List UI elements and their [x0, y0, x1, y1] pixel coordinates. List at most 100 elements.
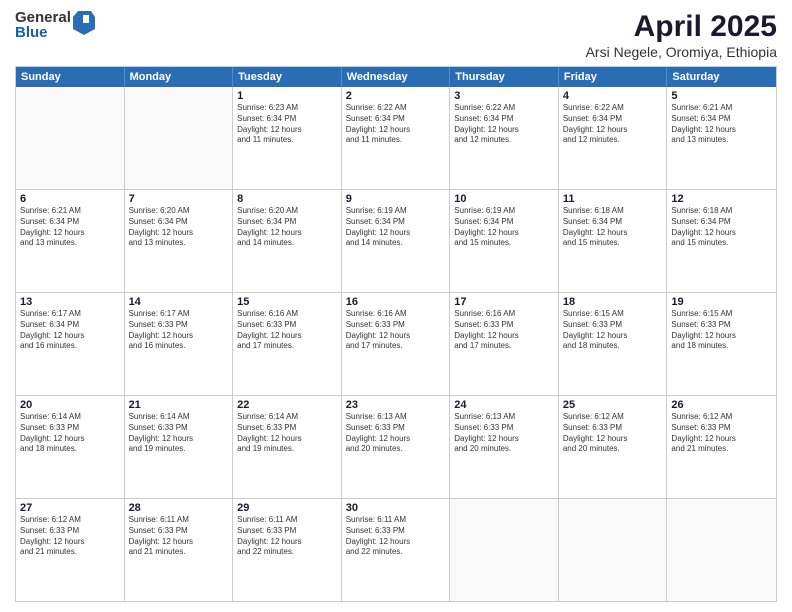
calendar-cell: 10Sunrise: 6:19 AM Sunset: 6:34 PM Dayli…	[450, 190, 559, 292]
calendar-cell: 9Sunrise: 6:19 AM Sunset: 6:34 PM Daylig…	[342, 190, 451, 292]
day-info: Sunrise: 6:22 AM Sunset: 6:34 PM Dayligh…	[346, 103, 446, 146]
day-number: 13	[20, 296, 120, 308]
day-number: 18	[563, 296, 663, 308]
calendar-cell: 11Sunrise: 6:18 AM Sunset: 6:34 PM Dayli…	[559, 190, 668, 292]
calendar-cell: 26Sunrise: 6:12 AM Sunset: 6:33 PM Dayli…	[667, 396, 776, 498]
day-number: 25	[563, 399, 663, 411]
calendar-cell: 2Sunrise: 6:22 AM Sunset: 6:34 PM Daylig…	[342, 87, 451, 189]
calendar-cell: 23Sunrise: 6:13 AM Sunset: 6:33 PM Dayli…	[342, 396, 451, 498]
logo: General Blue	[15, 10, 95, 40]
day-number: 26	[671, 399, 772, 411]
calendar-cell	[559, 499, 668, 601]
header-day-friday: Friday	[559, 67, 668, 87]
day-info: Sunrise: 6:13 AM Sunset: 6:33 PM Dayligh…	[454, 412, 554, 455]
day-number: 11	[563, 193, 663, 205]
calendar-cell: 17Sunrise: 6:16 AM Sunset: 6:33 PM Dayli…	[450, 293, 559, 395]
calendar-cell: 18Sunrise: 6:15 AM Sunset: 6:33 PM Dayli…	[559, 293, 668, 395]
calendar: SundayMondayTuesdayWednesdayThursdayFrid…	[15, 66, 777, 602]
day-info: Sunrise: 6:14 AM Sunset: 6:33 PM Dayligh…	[237, 412, 337, 455]
calendar-body: 1Sunrise: 6:23 AM Sunset: 6:34 PM Daylig…	[16, 87, 776, 601]
calendar-cell: 22Sunrise: 6:14 AM Sunset: 6:33 PM Dayli…	[233, 396, 342, 498]
calendar-cell: 6Sunrise: 6:21 AM Sunset: 6:34 PM Daylig…	[16, 190, 125, 292]
day-number: 9	[346, 193, 446, 205]
calendar-cell: 4Sunrise: 6:22 AM Sunset: 6:34 PM Daylig…	[559, 87, 668, 189]
day-number: 19	[671, 296, 772, 308]
header-day-monday: Monday	[125, 67, 234, 87]
day-number: 12	[671, 193, 772, 205]
day-info: Sunrise: 6:11 AM Sunset: 6:33 PM Dayligh…	[237, 515, 337, 558]
calendar-cell: 30Sunrise: 6:11 AM Sunset: 6:33 PM Dayli…	[342, 499, 451, 601]
day-info: Sunrise: 6:17 AM Sunset: 6:34 PM Dayligh…	[20, 309, 120, 352]
day-info: Sunrise: 6:20 AM Sunset: 6:34 PM Dayligh…	[129, 206, 229, 249]
day-number: 8	[237, 193, 337, 205]
calendar-cell: 19Sunrise: 6:15 AM Sunset: 6:33 PM Dayli…	[667, 293, 776, 395]
day-number: 15	[237, 296, 337, 308]
day-number: 28	[129, 502, 229, 514]
location-title: Arsi Negele, Oromiya, Ethiopia	[586, 44, 777, 60]
calendar-cell	[125, 87, 234, 189]
calendar-cell: 14Sunrise: 6:17 AM Sunset: 6:33 PM Dayli…	[125, 293, 234, 395]
day-info: Sunrise: 6:16 AM Sunset: 6:33 PM Dayligh…	[237, 309, 337, 352]
day-number: 22	[237, 399, 337, 411]
calendar-week-2: 6Sunrise: 6:21 AM Sunset: 6:34 PM Daylig…	[16, 190, 776, 293]
day-number: 29	[237, 502, 337, 514]
calendar-week-5: 27Sunrise: 6:12 AM Sunset: 6:33 PM Dayli…	[16, 499, 776, 601]
day-info: Sunrise: 6:11 AM Sunset: 6:33 PM Dayligh…	[129, 515, 229, 558]
day-number: 10	[454, 193, 554, 205]
day-number: 1	[237, 90, 337, 102]
logo-text: General Blue	[15, 10, 71, 40]
day-info: Sunrise: 6:12 AM Sunset: 6:33 PM Dayligh…	[563, 412, 663, 455]
logo-general: General	[15, 10, 71, 25]
day-info: Sunrise: 6:18 AM Sunset: 6:34 PM Dayligh…	[671, 206, 772, 249]
calendar-cell: 7Sunrise: 6:20 AM Sunset: 6:34 PM Daylig…	[125, 190, 234, 292]
header-day-sunday: Sunday	[16, 67, 125, 87]
calendar-cell: 15Sunrise: 6:16 AM Sunset: 6:33 PM Dayli…	[233, 293, 342, 395]
day-number: 14	[129, 296, 229, 308]
day-number: 16	[346, 296, 446, 308]
calendar-cell: 8Sunrise: 6:20 AM Sunset: 6:34 PM Daylig…	[233, 190, 342, 292]
day-info: Sunrise: 6:14 AM Sunset: 6:33 PM Dayligh…	[20, 412, 120, 455]
calendar-cell: 20Sunrise: 6:14 AM Sunset: 6:33 PM Dayli…	[16, 396, 125, 498]
day-info: Sunrise: 6:21 AM Sunset: 6:34 PM Dayligh…	[671, 103, 772, 146]
day-info: Sunrise: 6:19 AM Sunset: 6:34 PM Dayligh…	[346, 206, 446, 249]
day-info: Sunrise: 6:22 AM Sunset: 6:34 PM Dayligh…	[454, 103, 554, 146]
day-info: Sunrise: 6:11 AM Sunset: 6:33 PM Dayligh…	[346, 515, 446, 558]
day-number: 3	[454, 90, 554, 102]
calendar-week-1: 1Sunrise: 6:23 AM Sunset: 6:34 PM Daylig…	[16, 87, 776, 190]
calendar-cell: 21Sunrise: 6:14 AM Sunset: 6:33 PM Dayli…	[125, 396, 234, 498]
title-section: April 2025 Arsi Negele, Oromiya, Ethiopi…	[586, 10, 777, 60]
day-info: Sunrise: 6:14 AM Sunset: 6:33 PM Dayligh…	[129, 412, 229, 455]
calendar-cell: 27Sunrise: 6:12 AM Sunset: 6:33 PM Dayli…	[16, 499, 125, 601]
day-number: 24	[454, 399, 554, 411]
day-info: Sunrise: 6:16 AM Sunset: 6:33 PM Dayligh…	[346, 309, 446, 352]
calendar-header: SundayMondayTuesdayWednesdayThursdayFrid…	[16, 67, 776, 87]
day-info: Sunrise: 6:12 AM Sunset: 6:33 PM Dayligh…	[20, 515, 120, 558]
page: General Blue April 2025 Arsi Negele, Oro…	[0, 0, 792, 612]
calendar-cell	[16, 87, 125, 189]
calendar-cell: 28Sunrise: 6:11 AM Sunset: 6:33 PM Dayli…	[125, 499, 234, 601]
header-day-wednesday: Wednesday	[342, 67, 451, 87]
day-number: 27	[20, 502, 120, 514]
calendar-cell: 29Sunrise: 6:11 AM Sunset: 6:33 PM Dayli…	[233, 499, 342, 601]
calendar-cell: 25Sunrise: 6:12 AM Sunset: 6:33 PM Dayli…	[559, 396, 668, 498]
logo-blue: Blue	[15, 25, 71, 40]
day-info: Sunrise: 6:23 AM Sunset: 6:34 PM Dayligh…	[237, 103, 337, 146]
header: General Blue April 2025 Arsi Negele, Oro…	[15, 10, 777, 60]
calendar-cell	[450, 499, 559, 601]
month-title: April 2025	[586, 10, 777, 44]
header-day-tuesday: Tuesday	[233, 67, 342, 87]
day-info: Sunrise: 6:17 AM Sunset: 6:33 PM Dayligh…	[129, 309, 229, 352]
day-number: 20	[20, 399, 120, 411]
day-info: Sunrise: 6:15 AM Sunset: 6:33 PM Dayligh…	[671, 309, 772, 352]
day-number: 5	[671, 90, 772, 102]
calendar-cell: 3Sunrise: 6:22 AM Sunset: 6:34 PM Daylig…	[450, 87, 559, 189]
day-info: Sunrise: 6:20 AM Sunset: 6:34 PM Dayligh…	[237, 206, 337, 249]
day-number: 6	[20, 193, 120, 205]
day-number: 21	[129, 399, 229, 411]
calendar-week-3: 13Sunrise: 6:17 AM Sunset: 6:34 PM Dayli…	[16, 293, 776, 396]
calendar-cell: 13Sunrise: 6:17 AM Sunset: 6:34 PM Dayli…	[16, 293, 125, 395]
header-day-saturday: Saturday	[667, 67, 776, 87]
day-number: 2	[346, 90, 446, 102]
day-info: Sunrise: 6:21 AM Sunset: 6:34 PM Dayligh…	[20, 206, 120, 249]
day-number: 30	[346, 502, 446, 514]
